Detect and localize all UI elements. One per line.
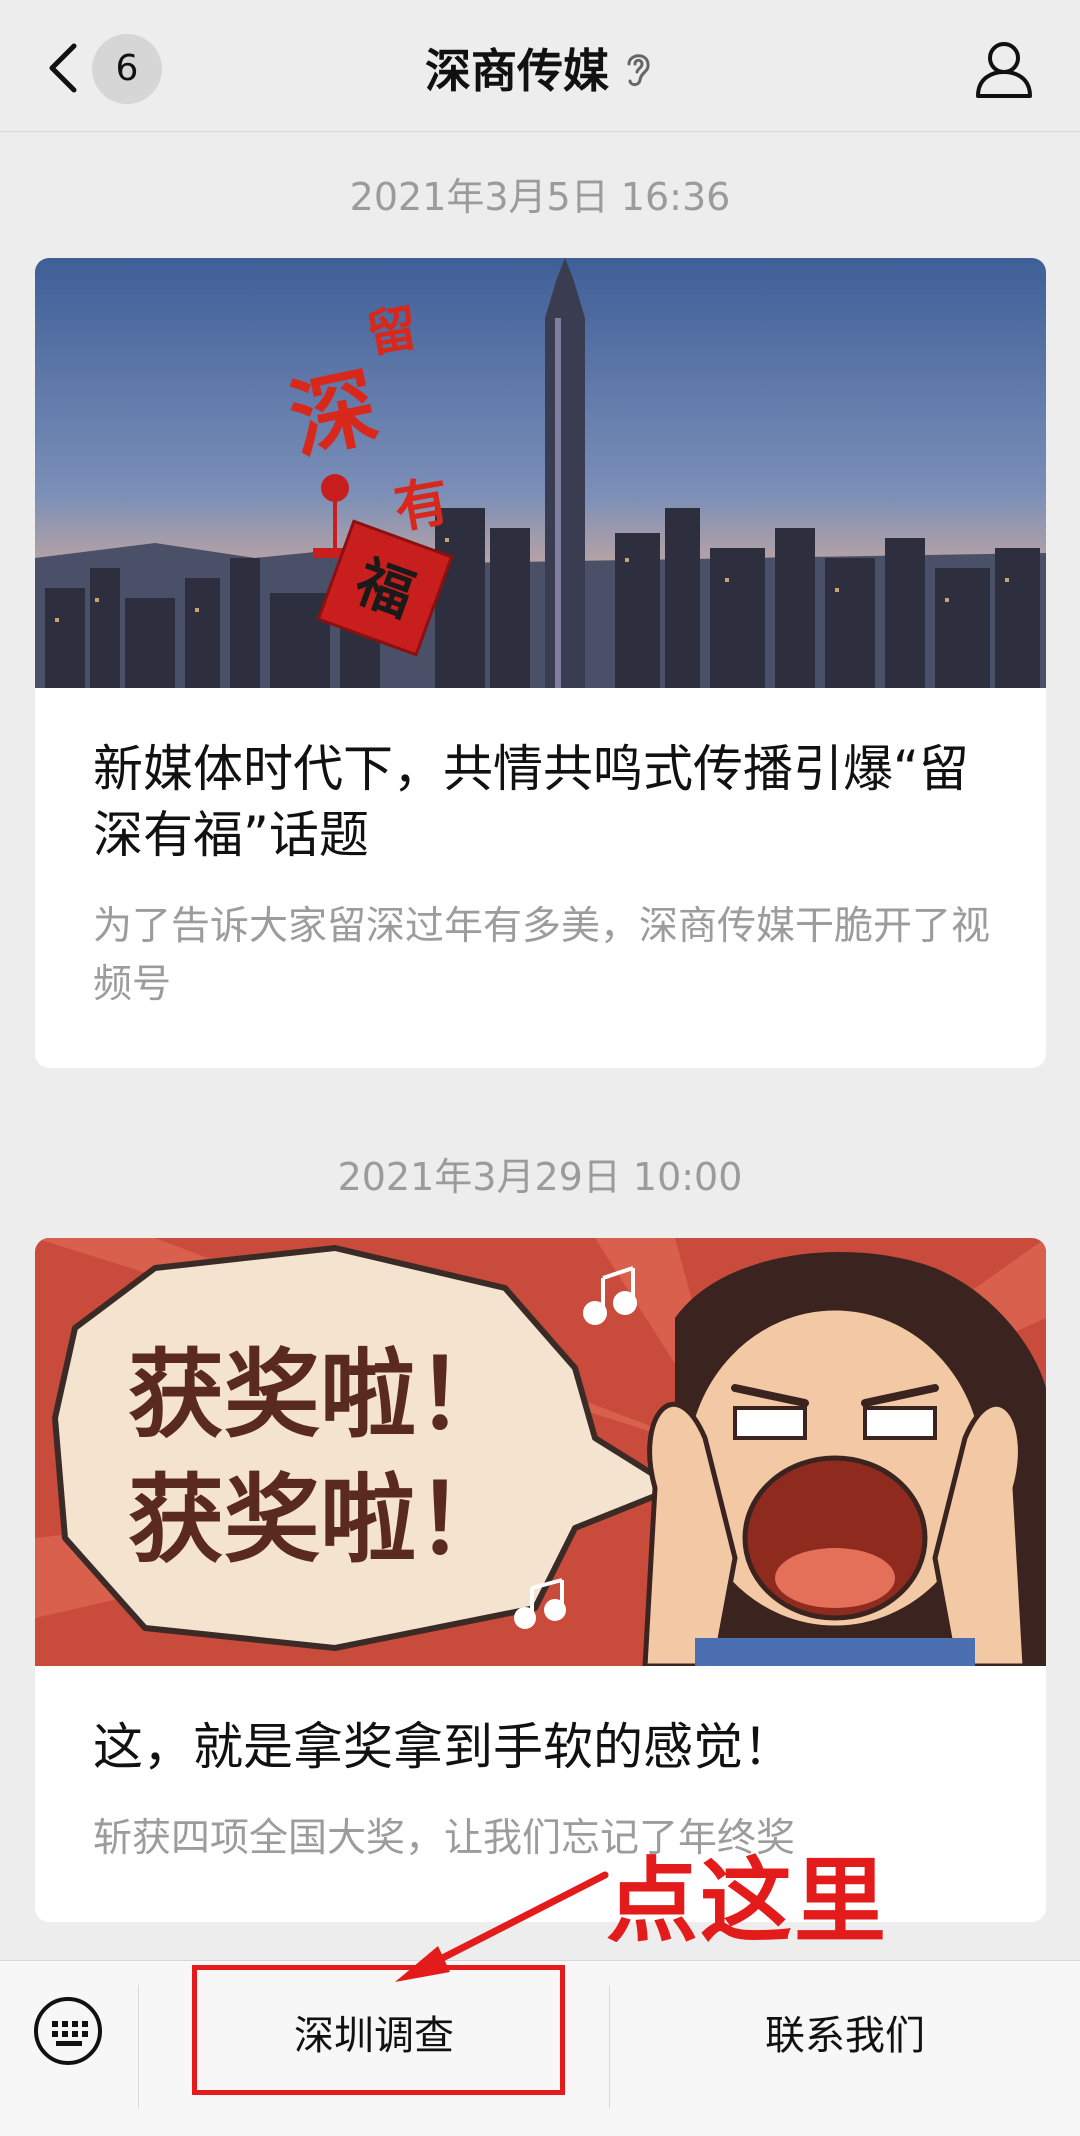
article-card[interactable]: 获奖啦！ 获奖啦！ 这，就是拿奖拿到手软的感觉！ 斩获四项全国大奖，让我们忘记了…	[35, 1238, 1046, 1922]
menu-item-contact-us[interactable]: 联系我们	[610, 1961, 1080, 2111]
message-timestamp: 2021年3月29日 10:00	[337, 1155, 743, 1199]
title-area: 深商传媒	[0, 36, 1080, 100]
article-cover-image: 获奖啦！ 获奖啦！	[35, 1238, 1046, 1666]
page-title: 深商传媒	[425, 44, 609, 98]
profile-icon[interactable]	[972, 38, 1036, 100]
top-bar: 6 深商传媒	[0, 0, 1080, 132]
keyboard-icon[interactable]	[32, 1995, 104, 2067]
cover-you-text: 有	[390, 469, 454, 540]
article-title[interactable]: 新媒体时代下，共情共鸣式传播引爆“留深有福”话题	[93, 736, 993, 868]
cover-liu-text: 留	[362, 298, 421, 364]
message-timestamp: 2021年3月5日 16:36	[349, 175, 731, 219]
annotation-click-here: 点这里	[606, 1848, 889, 1955]
article-summary: 为了告诉大家留深过年有多美，深商传媒干脆开了视频号	[93, 904, 991, 1007]
article-cover-image: 福 留 深 有	[35, 258, 1046, 688]
article-card[interactable]: 福 留 深 有 新媒体时代下，共情共鸣式传播引爆“留深有福”话题 为了告诉大家留…	[35, 258, 1046, 1068]
pointer-arrow	[395, 1871, 609, 1982]
ear-icon[interactable]	[621, 48, 655, 88]
cover-award-text-2: 获奖啦！	[128, 1464, 512, 1576]
cover-award-text-1: 获奖啦！	[128, 1339, 512, 1451]
article-title[interactable]: 这，就是拿奖拿到手软的感觉！	[93, 1714, 993, 1780]
